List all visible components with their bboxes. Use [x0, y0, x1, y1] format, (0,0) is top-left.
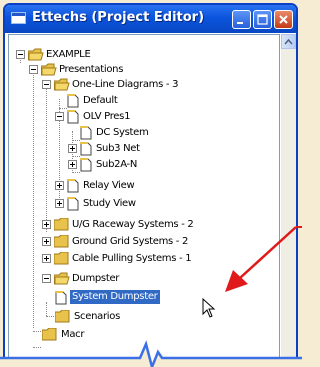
annotation-arrow [225, 226, 302, 292]
page-background: { "window": { "title": "Ettechs (Project… [0, 0, 302, 367]
mouse-pointer-icon [202, 298, 216, 318]
